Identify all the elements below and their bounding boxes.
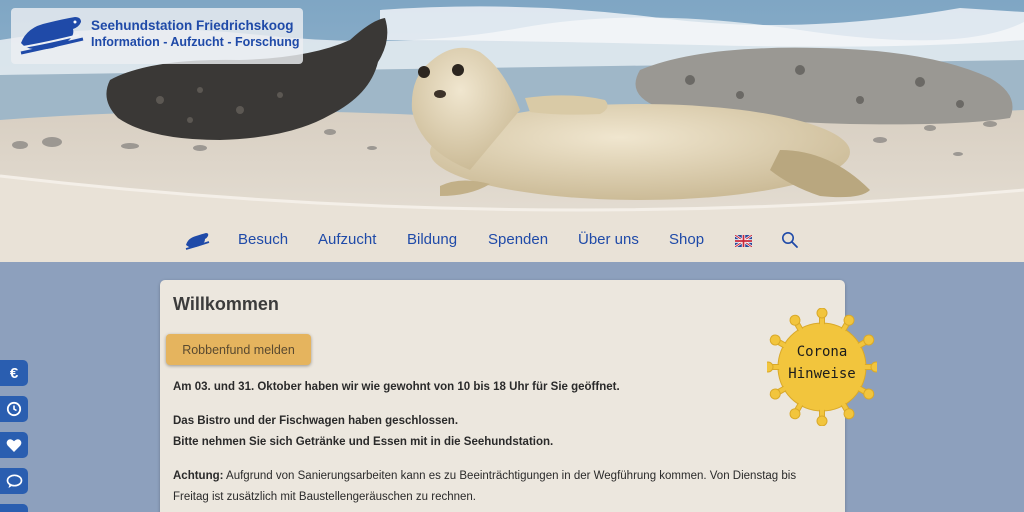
opening-hours-strong: Am 03. und 31. Oktober haben wir wie gew… (173, 381, 620, 393)
corona-line-1: Corona (796, 344, 848, 360)
bistro-line-1: Das Bistro und der Fischwagen haben gesc… (173, 415, 459, 427)
uk-flag-icon[interactable] (735, 235, 752, 247)
attention-label: Achtung: (173, 470, 224, 482)
nav-bildung[interactable]: Bildung (407, 231, 457, 248)
bistro-line-2: Bitte nehmen Sie sich Getränke und Essen… (173, 436, 554, 448)
nav-besuch[interactable]: Besuch (238, 231, 288, 248)
corona-line-2: Hinweise (788, 366, 856, 382)
nav-aufzucht[interactable]: Aufzucht (318, 231, 376, 248)
heart-icon (6, 438, 22, 452)
seal-logo-icon (20, 17, 84, 55)
nav-spenden[interactable]: Spenden (488, 231, 548, 248)
welcome-card: Willkommen Robbenfund melden Am 03. und … (160, 280, 845, 512)
site-logo[interactable]: Seehundstation Friedrichskoog Informatio… (11, 8, 303, 64)
side-button-more[interactable] (0, 504, 28, 512)
side-button-prices[interactable]: € (0, 360, 28, 386)
opening-hours-text: Am 03. und 31. Oktober haben wir wie gew… (173, 377, 835, 398)
construction-text: Aufgrund von Sanierungsarbeiten kann es … (173, 470, 797, 503)
main-nav: Besuch Aufzucht Bildung Spenden Über uns… (0, 222, 1024, 262)
home-seal-icon[interactable] (184, 231, 210, 251)
side-button-contact[interactable] (0, 468, 28, 494)
side-button-hours[interactable] (0, 396, 28, 422)
construction-notice: Achtung: Aufgrund von Sanierungsarbeiten… (173, 466, 835, 508)
nav-shop[interactable]: Shop (669, 231, 704, 248)
nav-ueber-uns[interactable]: Über uns (578, 231, 639, 248)
logo-subtitle: Information - Aufzucht - Forschung (91, 35, 300, 49)
corona-info-badge[interactable]: Corona Hinweise (762, 307, 882, 427)
euro-icon: € (9, 364, 19, 382)
report-seal-button[interactable]: Robbenfund melden (166, 334, 311, 365)
chat-icon (6, 473, 22, 488)
page-title: Willkommen (173, 294, 279, 314)
clock-icon (6, 401, 22, 417)
side-button-donate[interactable] (0, 432, 28, 458)
bistro-notice: Das Bistro und der Fischwagen haben gesc… (173, 411, 835, 453)
logo-title: Seehundstation Friedrichskoog (91, 18, 294, 33)
search-icon[interactable] (781, 231, 799, 249)
